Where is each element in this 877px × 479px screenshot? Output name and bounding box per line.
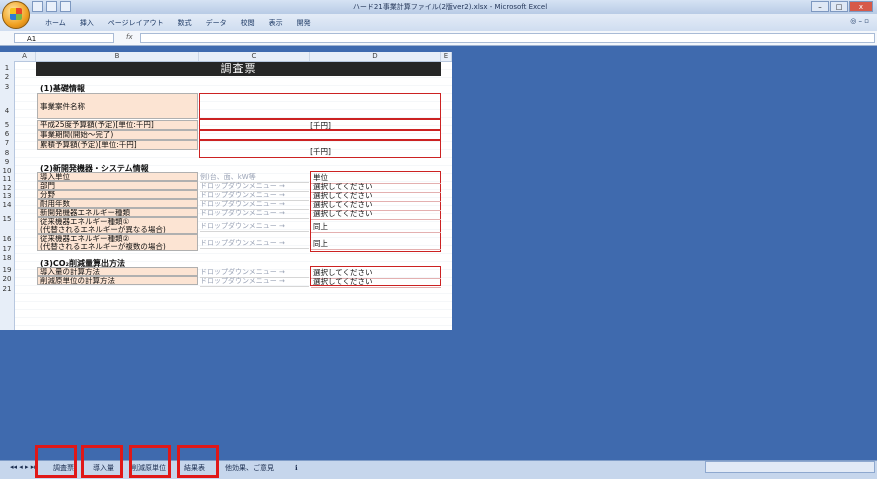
tab-view[interactable]: 表示 xyxy=(262,16,290,30)
dropdown-hint-new-energy: ドロップダウンメニュー → xyxy=(200,208,309,219)
label-old-energy-1[interactable]: 従来機器エネルギー種類① (代替されるエネルギーが異なる場合) xyxy=(37,217,198,234)
undo-icon[interactable] xyxy=(46,1,57,12)
row-number[interactable]: 1 xyxy=(0,64,14,72)
select-new-energy[interactable]: 選択してください xyxy=(311,208,441,220)
highlight-box xyxy=(177,445,219,478)
dropdown-hint-reduction-calc: ドロップダウンメニュー → xyxy=(200,276,309,287)
row-headers: 1 2 3 4 5 6 7 8 9 10 11 12 13 14 15 16 1… xyxy=(0,61,15,330)
row-number[interactable]: 12 xyxy=(0,184,14,192)
column-header-b[interactable]: B xyxy=(36,52,199,61)
quick-access-toolbar xyxy=(32,1,71,13)
label-old-energy-1-note: (代替されるエネルギーが異なる場合) xyxy=(40,225,166,234)
row-number[interactable]: 4 xyxy=(0,107,14,115)
column-header-c[interactable]: C xyxy=(199,52,310,61)
column-header-a[interactable]: A xyxy=(14,52,36,61)
select-old-energy-1[interactable]: 同上 xyxy=(311,221,441,233)
row-number[interactable]: 17 xyxy=(0,245,14,253)
row-number[interactable]: 21 xyxy=(0,285,14,293)
highlight-box xyxy=(81,445,123,478)
sheet-nav-arrows[interactable]: ◂◂ ◂ ▸ ▸▸ xyxy=(10,463,38,471)
label-install-calc[interactable]: 導入量の計算方法 xyxy=(37,267,198,276)
formula-input[interactable] xyxy=(140,33,875,43)
tab-review[interactable]: 校閲 xyxy=(234,16,262,30)
row-number[interactable]: 20 xyxy=(0,275,14,283)
row-number[interactable]: 2 xyxy=(0,73,14,81)
highlight-box xyxy=(35,445,77,478)
highlight-box xyxy=(129,445,171,478)
tab-page-layout[interactable]: ページレイアウト xyxy=(101,16,171,30)
row-number[interactable]: 3 xyxy=(0,83,14,91)
sheet-tab-insert[interactable]: ℹ xyxy=(292,462,301,474)
row-number[interactable]: 13 xyxy=(0,192,14,200)
tab-data[interactable]: データ xyxy=(199,16,234,30)
row-number[interactable]: 6 xyxy=(0,130,14,138)
tab-home[interactable]: ホーム xyxy=(38,16,73,30)
window-controls: – □ x xyxy=(810,1,873,12)
column-headers: A B C D E xyxy=(0,52,452,62)
row-number[interactable]: 8 xyxy=(0,149,14,157)
label-project-name[interactable]: 事業案件名称 xyxy=(37,93,198,119)
tab-formulas[interactable]: 数式 xyxy=(171,16,199,30)
label-sector[interactable]: 部門 xyxy=(37,181,198,190)
select-reduction-calc[interactable]: 選択してください xyxy=(311,276,441,288)
unit-total-budget: [千円] xyxy=(310,147,331,156)
save-icon[interactable] xyxy=(32,1,43,12)
label-old-energy-2-note: (代替されるエネルギーが複数の場合) xyxy=(40,242,166,251)
row-number[interactable]: 10 xyxy=(0,167,14,175)
label-reduction-calc[interactable]: 削減原単位の計算方法 xyxy=(37,276,198,285)
label-budget[interactable]: 平成25度予算額(予定)[単位:千円] xyxy=(37,120,198,130)
sheet-title[interactable]: 調査票 xyxy=(36,62,441,76)
office-logo-icon xyxy=(10,8,22,20)
label-old-energy-2[interactable]: 従来機器エネルギー種類② (代替されるエネルギーが複数の場合) xyxy=(37,234,198,251)
label-durable-years[interactable]: 耐用年数 xyxy=(37,199,198,208)
row-number[interactable]: 19 xyxy=(0,266,14,274)
label-install-unit[interactable]: 導入単位 xyxy=(37,172,198,181)
row-number[interactable]: 7 xyxy=(0,139,14,147)
label-field[interactable]: 分野 xyxy=(37,190,198,199)
function-icon[interactable]: fx xyxy=(126,33,133,41)
maximize-button[interactable]: □ xyxy=(830,1,848,12)
ribbon-tabs: ホーム 挿入 ページレイアウト 数式 データ 校閲 表示 開発 xyxy=(38,16,318,30)
tab-developer[interactable]: 開発 xyxy=(290,16,318,30)
row-number[interactable]: 5 xyxy=(0,121,14,129)
office-button[interactable] xyxy=(2,1,30,29)
row-number[interactable]: 16 xyxy=(0,235,14,243)
redo-icon[interactable] xyxy=(60,1,71,12)
tab-insert[interactable]: 挿入 xyxy=(73,16,101,30)
sheet-tab-other[interactable]: 他効果、ご意見 xyxy=(222,462,277,474)
input-project-name[interactable] xyxy=(199,93,441,119)
row-number[interactable]: 14 xyxy=(0,201,14,209)
input-period[interactable] xyxy=(199,130,441,140)
select-old-energy-2[interactable]: 同上 xyxy=(311,238,441,250)
row-number[interactable]: 11 xyxy=(0,175,14,183)
dropdown-hint-old-energy-1: ドロップダウンメニュー → xyxy=(200,221,309,232)
label-total-budget[interactable]: 累積予算額(予定)[単位:千円] xyxy=(37,140,198,150)
row-number[interactable]: 18 xyxy=(0,254,14,262)
column-header-e[interactable]: E xyxy=(441,52,452,61)
name-box[interactable]: A1 xyxy=(14,33,114,43)
ribbon-help-controls[interactable]: ◎ – ▫ xyxy=(850,17,869,25)
close-button[interactable]: x xyxy=(849,1,873,12)
row-number[interactable]: 9 xyxy=(0,158,14,166)
label-period[interactable]: 事業期間(開始〜完了) xyxy=(37,130,198,140)
horizontal-scrollbar[interactable] xyxy=(705,461,875,473)
dropdown-hint-old-energy-2: ドロップダウンメニュー → xyxy=(200,238,309,249)
window-title: ハード21事業計算ファイル(2版ver2).xlsx - Microsoft E… xyxy=(352,3,548,11)
minimize-button[interactable]: – xyxy=(811,1,829,12)
label-new-energy[interactable]: 新開発機器エネルギー種類 xyxy=(37,208,198,217)
row-number[interactable]: 15 xyxy=(0,215,14,223)
column-header-d[interactable]: D xyxy=(310,52,441,61)
